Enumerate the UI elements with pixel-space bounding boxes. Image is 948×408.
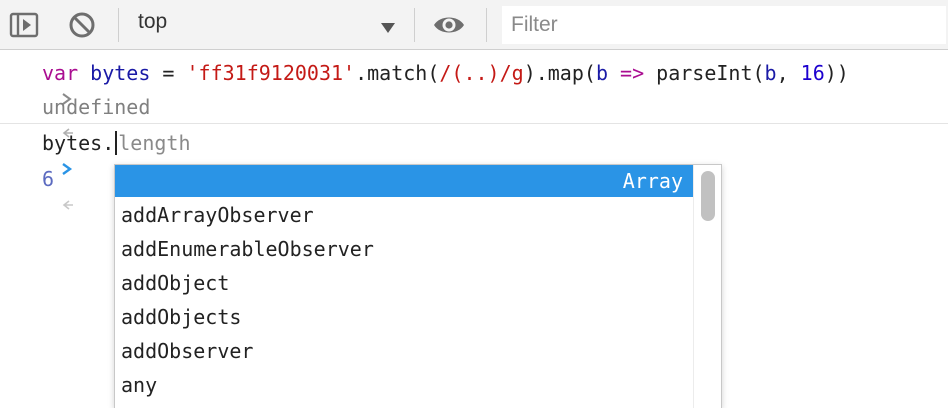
prompt-chevron-icon <box>10 130 73 175</box>
autocomplete-item[interactable]: addObject <box>115 267 693 299</box>
sidebar-toggle-icon[interactable] <box>8 9 40 41</box>
autocomplete-dropdown: length Array addArrayObserver addEnumera… <box>114 164 722 408</box>
autocomplete-item[interactable]: addArrayObserver <box>115 199 693 231</box>
console-input-message: var bytes = 'ff31f9120031'.match(/(..)/g… <box>0 60 948 105</box>
result-arrow-icon <box>10 166 74 210</box>
console-result-message: undefined <box>0 94 948 138</box>
toolbar-divider <box>414 8 415 42</box>
prompt-chevron-icon <box>10 60 72 105</box>
autocomplete-item[interactable]: addObserver <box>115 335 693 367</box>
filter-input[interactable] <box>502 6 946 44</box>
autocomplete-item[interactable]: addEnumerableObserver <box>115 233 693 265</box>
prompt-input[interactable]: bytes. length <box>42 130 191 156</box>
clear-console-icon[interactable] <box>66 9 98 41</box>
toolbar-divider <box>486 8 487 42</box>
console-prompt[interactable]: bytes. length <box>0 130 948 175</box>
live-expression-eye-icon[interactable] <box>432 9 464 41</box>
toolbar-divider <box>118 8 119 42</box>
console-code: var bytes = 'ff31f9120031'.match(/(..)/g… <box>42 61 849 85</box>
text-cursor <box>115 131 118 155</box>
eager-value: 6 <box>42 167 55 191</box>
autocomplete-item[interactable]: addObjects <box>115 301 693 333</box>
autocomplete-item[interactable]: any <box>115 369 693 401</box>
result-arrow-icon <box>10 94 74 138</box>
context-dropdown-icon[interactable] <box>380 19 396 38</box>
autocomplete-ghost-text: length <box>118 131 191 155</box>
autocomplete-item-selected[interactable]: length Array <box>115 165 693 225</box>
context-selector[interactable]: top <box>138 10 167 34</box>
scrollbar-thumb[interactable] <box>701 171 715 221</box>
result-value: undefined <box>42 95 151 119</box>
autocomplete-item-type: Array <box>622 169 683 193</box>
autocomplete-scrollbar[interactable] <box>693 165 721 408</box>
console-toolbar: top <box>0 0 948 50</box>
